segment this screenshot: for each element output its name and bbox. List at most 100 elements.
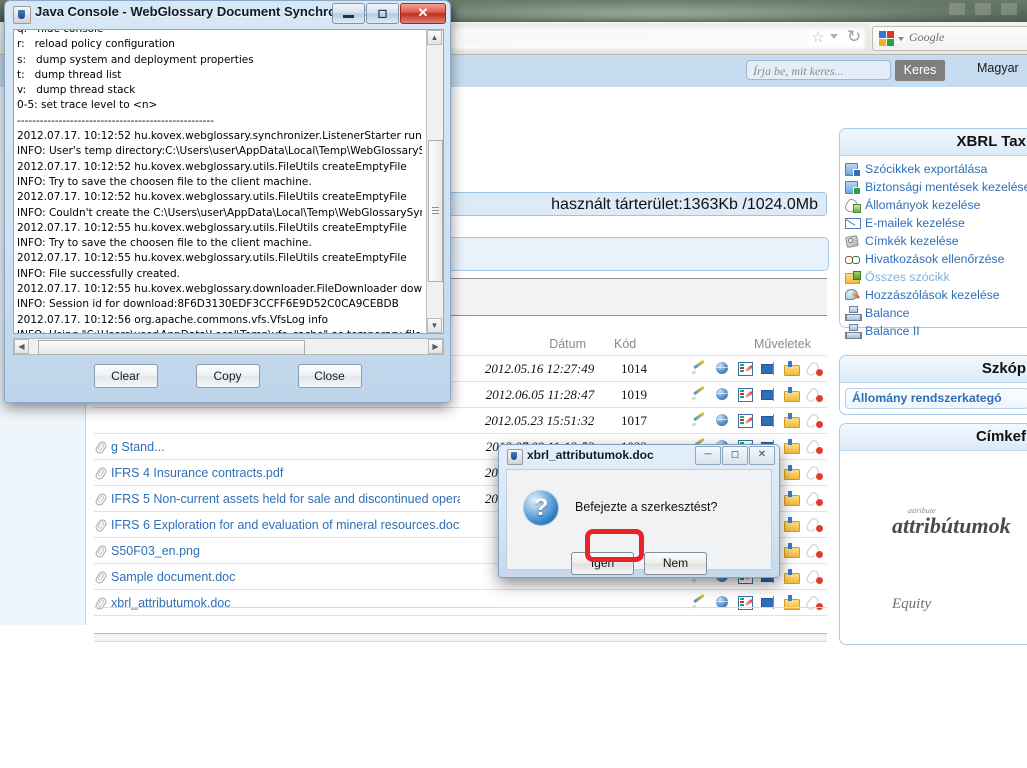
sidebar-item-label[interactable]: Hozzászólások kezelése (865, 288, 1000, 302)
language-link[interactable]: Magyar (977, 61, 1019, 75)
browser-maximize-icon[interactable] (975, 3, 991, 15)
attachment-delete-icon[interactable] (806, 465, 824, 481)
confirm-dialog-minimize-button[interactable]: ─ (695, 446, 721, 465)
screen-icon[interactable] (760, 387, 777, 402)
sidebar-item-label[interactable]: Szócikkek exportálása (865, 162, 987, 176)
folder-download-icon[interactable] (783, 439, 800, 454)
copy-button[interactable]: Copy (195, 364, 260, 388)
folder-download-icon[interactable] (783, 517, 800, 532)
footer-divider-bottom (94, 641, 827, 642)
folder-download-icon[interactable] (783, 465, 800, 480)
folder-download-icon[interactable] (783, 387, 800, 402)
horizontal-scroll-thumb[interactable] (38, 340, 305, 355)
sidebar-item-label[interactable]: Címkék kezelése (865, 234, 959, 248)
sidebar-item[interactable]: Összes szócikk (845, 268, 1027, 286)
folder-download-icon[interactable] (783, 543, 800, 558)
file-name-link[interactable]: IFRS 5 Non-current assets held for sale … (111, 492, 460, 506)
confirm-dialog-maximize-button[interactable]: ◻ (722, 446, 748, 465)
edit-pencil-icon[interactable] (691, 387, 708, 402)
sidebar-item[interactable]: Hivatkozások ellenőrzése (845, 250, 1027, 268)
file-name-link[interactable]: Sample document.doc (111, 570, 235, 584)
tag-equity[interactable]: Equity (892, 596, 931, 613)
scroll-right-arrow-icon[interactable]: ▶ (428, 339, 443, 354)
screen-icon[interactable] (760, 413, 777, 428)
globe-icon[interactable] (714, 361, 731, 376)
vertical-scroll-thumb[interactable] (428, 140, 443, 282)
attachment-delete-icon[interactable] (806, 517, 824, 533)
bookmark-dropdown-icon[interactable] (830, 34, 838, 39)
folder-download-icon[interactable] (783, 413, 800, 428)
url-bar[interactable] (450, 26, 867, 51)
java-console-window[interactable]: Java Console - WebGlossary Document Sync… (4, 0, 451, 403)
list-edit-icon[interactable] (737, 387, 754, 402)
confirm-dialog-close-button[interactable]: ✕ (749, 446, 775, 465)
reload-icon[interactable]: ↻ (845, 28, 863, 46)
folder-download-icon[interactable] (783, 491, 800, 506)
sidebar-item[interactable]: Szócikkek exportálása (845, 160, 1027, 178)
confirm-dialog-titlebar[interactable]: xbrl_attributumok.doc ─ ◻ ✕ (499, 445, 779, 467)
file-date-cell: 2012.05.16 12:27:49 (484, 360, 595, 376)
java-console-titlebar[interactable]: Java Console - WebGlossary Document Sync… (5, 1, 450, 26)
search-engine-dropdown-icon[interactable] (898, 37, 904, 41)
scroll-down-arrow-icon[interactable]: ▼ (427, 318, 442, 333)
java-console-maximize-button[interactable]: ◻ (366, 3, 399, 24)
list-edit-icon[interactable] (737, 413, 754, 428)
file-name-link[interactable]: IFRS 4 Insurance contracts.pdf (111, 466, 283, 480)
scroll-left-arrow-icon[interactable]: ◀ (14, 339, 29, 354)
confirm-dialog-window-controls[interactable]: ─ ◻ ✕ (694, 446, 775, 465)
file-code-cell: 1014 (621, 360, 648, 376)
sidebar-item-label[interactable]: Összes szócikk (865, 270, 950, 284)
browser-window-controls[interactable] (949, 3, 1017, 15)
globe-icon[interactable] (714, 413, 731, 428)
clear-button[interactable]: Clear (93, 364, 158, 388)
file-name-link[interactable]: S50F03_en.png (111, 544, 200, 558)
sidebar-item-label[interactable]: Biztonsági mentések kezelése (865, 180, 1027, 194)
java-console-minimize-button[interactable] (332, 3, 365, 24)
java-console-vertical-scrollbar[interactable]: ▲ ▼ (426, 30, 443, 333)
screen-icon[interactable] (760, 361, 777, 376)
sidebar-item-label[interactable]: E-mailek kezelése (865, 216, 965, 230)
list-edit-icon[interactable] (737, 361, 754, 376)
sidebar-item-label[interactable]: Balance II (865, 324, 920, 338)
sidebar-item[interactable]: Balance (845, 304, 1027, 322)
sidebar-item-label[interactable]: Balance (865, 306, 909, 320)
browser-search-box[interactable]: Google (872, 26, 1027, 51)
attachment-delete-icon[interactable] (806, 387, 824, 403)
app-search-input[interactable]: Írja be, mit keres... (746, 60, 891, 80)
scope-chip[interactable]: Állomány rendszerkategó (845, 388, 1027, 409)
attachment-delete-icon[interactable] (806, 543, 824, 559)
attachment-delete-icon[interactable] (806, 361, 824, 377)
file-name-link[interactable]: IFRS 6 Exploration for and evaluation of… (111, 518, 460, 532)
tag-attributumok[interactable]: attribútumok (892, 513, 1011, 539)
sidebar-item-label[interactable]: Állományok kezelése (865, 198, 981, 212)
sidebar-item[interactable]: Biztonsági mentések kezelése (845, 178, 1027, 196)
browser-close-icon[interactable] (1001, 3, 1017, 15)
attachment-delete-icon[interactable] (806, 569, 824, 585)
sidebar-item[interactable]: Címkék kezelése (845, 232, 1027, 250)
scroll-up-arrow-icon[interactable]: ▲ (427, 30, 442, 45)
attachment-delete-icon[interactable] (806, 439, 824, 455)
close-button[interactable]: Close (297, 364, 362, 388)
java-console-close-button[interactable]: ✕ (400, 3, 446, 24)
folder-download-icon[interactable] (783, 361, 800, 376)
sidebar-item[interactable]: E-mailek kezelése (845, 214, 1027, 232)
java-console-window-controls[interactable]: ◻ ✕ (331, 3, 446, 24)
folder-download-icon[interactable] (783, 569, 800, 584)
attachment-delete-icon[interactable] (806, 491, 824, 507)
edit-pencil-icon[interactable] (691, 413, 708, 428)
app-search-button[interactable]: Keres (895, 60, 945, 81)
java-console-log-area[interactable]: q: hide console r: reload policy configu… (13, 29, 444, 334)
no-button[interactable]: Nem (644, 552, 707, 575)
sidebar-item[interactable]: Hozzászólások kezelése (845, 286, 1027, 304)
file-name-link[interactable]: g Stand... (111, 440, 165, 454)
sidebar-item[interactable]: Állományok kezelése (845, 196, 1027, 214)
globe-icon[interactable] (714, 387, 731, 402)
attachment-delete-icon[interactable] (806, 413, 824, 429)
edit-pencil-icon[interactable] (691, 361, 708, 376)
page-footer-strip (94, 634, 827, 641)
sidebar-item[interactable]: Balance II (845, 322, 1027, 340)
sidebar-item-label[interactable]: Hivatkozások ellenőrzése (865, 252, 1004, 266)
java-console-horizontal-scrollbar[interactable]: ◀ ▶ (13, 338, 444, 355)
browser-minimize-icon[interactable] (949, 3, 965, 15)
bookmark-star-icon[interactable]: ☆ (810, 30, 826, 46)
